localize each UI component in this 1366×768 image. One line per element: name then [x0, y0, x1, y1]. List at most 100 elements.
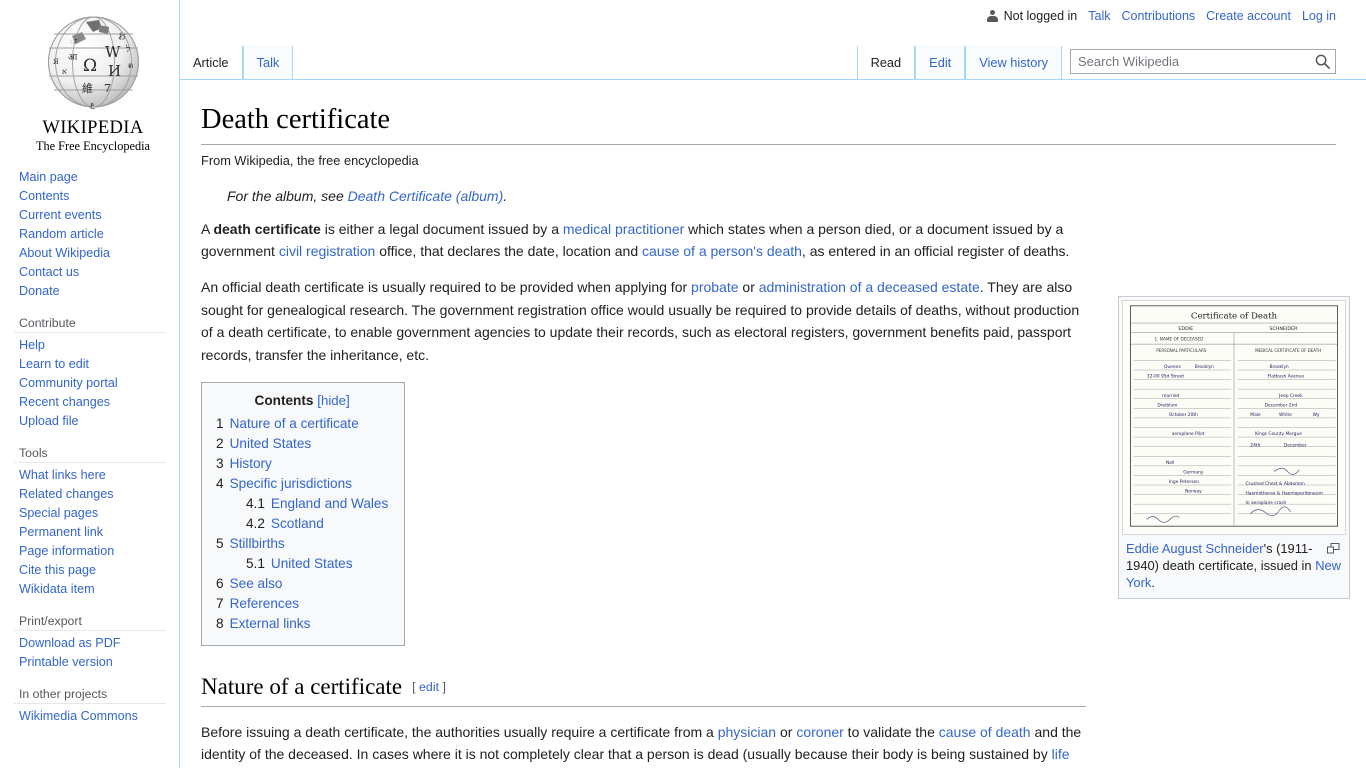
- toc-entry[interactable]: 1 Nature of a certificate: [216, 413, 388, 433]
- sidebar-item-page-information[interactable]: Page information: [19, 544, 114, 558]
- enlarge-icon[interactable]: [1327, 541, 1342, 554]
- sidebar-item-wikimedia-commons[interactable]: Wikimedia Commons: [19, 709, 138, 723]
- sidebar-item-special-pages[interactable]: Special pages: [19, 506, 98, 520]
- sidebar-item[interactable]: Learn to edit: [14, 354, 180, 373]
- toc-entry[interactable]: 4.1 England and Wales: [216, 493, 388, 513]
- wikipedia-logo[interactable]: Ω W И आ 維 7 א ל ा お ع ต Я WIKIPEDIA The …: [14, 0, 164, 154]
- sidebar-item[interactable]: Upload file: [14, 411, 180, 430]
- sidebar-item[interactable]: Wikidata item: [14, 579, 180, 598]
- sidebar-item-current-events[interactable]: Current events: [19, 208, 102, 222]
- sidebar-item-learn-to-edit[interactable]: Learn to edit: [19, 357, 89, 371]
- sidebar-item[interactable]: Current events: [14, 205, 180, 224]
- sidebar-item[interactable]: Related changes: [14, 484, 180, 503]
- toc-link-england-and-wales[interactable]: England and Wales: [271, 496, 388, 511]
- sidebar-item[interactable]: Recent changes: [14, 392, 180, 411]
- sidebar-item[interactable]: Contact us: [14, 262, 180, 281]
- toc-link-nature-of-a-certificate[interactable]: Nature of a certificate: [230, 416, 359, 431]
- caption-link-eddie-august-schneider[interactable]: Eddie August Schneider: [1126, 541, 1264, 556]
- personal-link-talk[interactable]: Talk: [1088, 9, 1110, 23]
- link-cause-of-death[interactable]: cause of death: [939, 724, 1031, 740]
- sidebar-item[interactable]: Printable version: [14, 652, 180, 671]
- toc-entry[interactable]: 8 External links: [216, 613, 388, 633]
- toc-entry[interactable]: 7 References: [216, 593, 388, 613]
- toc-link-see-also[interactable]: See also: [230, 576, 283, 591]
- sidebar-item[interactable]: Download as PDF: [14, 633, 180, 652]
- toc-link-stillbirths[interactable]: Stillbirths: [230, 536, 285, 551]
- thumbnail-image-certificate-of-death[interactable]: Certificate of Death 1. NAME OF DECEASED…: [1122, 300, 1346, 535]
- link-cause-of-a-persons-death[interactable]: cause of a person's death: [642, 243, 802, 259]
- sidebar-item-upload-file[interactable]: Upload file: [19, 414, 79, 428]
- sidebar-item[interactable]: Page information: [14, 541, 180, 560]
- toc-list: 1 Nature of a certificate 2 United States 3 H…: [216, 413, 388, 633]
- sidebar-item-community-portal[interactable]: Community portal: [19, 376, 118, 390]
- personal-link-contributions[interactable]: Contributions: [1122, 9, 1196, 23]
- toc-entry[interactable]: 6 See also: [216, 573, 388, 593]
- toc-link-united-states[interactable]: United States: [271, 556, 353, 571]
- sidebar-item-help[interactable]: Help: [19, 338, 45, 352]
- p1-text-4: office, that declares the date, location…: [375, 243, 643, 260]
- link-civil-registration[interactable]: civil registration: [279, 243, 375, 259]
- search-button[interactable]: [1309, 50, 1335, 73]
- sidebar-item[interactable]: Community portal: [14, 373, 180, 392]
- sidebar-item[interactable]: Main page: [14, 167, 180, 186]
- sidebar-item[interactable]: About Wikipedia: [14, 243, 180, 262]
- link-coroner[interactable]: coroner: [796, 724, 843, 740]
- sidebar-item[interactable]: Contents: [14, 186, 180, 205]
- toc-entry[interactable]: 5 Stillbirths: [216, 533, 388, 553]
- toc-link-references[interactable]: References: [230, 596, 300, 611]
- toc-entry[interactable]: 4.2 Scotland: [216, 513, 388, 533]
- toc-entry[interactable]: 5.1 United States: [216, 553, 388, 573]
- toc-link-scotland[interactable]: Scotland: [271, 516, 324, 531]
- sidebar-section-heading: Contribute: [14, 313, 166, 334]
- edit-link[interactable]: edit: [419, 680, 439, 694]
- link-probate[interactable]: probate: [691, 279, 738, 295]
- edit-open-bracket: [: [412, 680, 416, 695]
- sidebar-item-what-links-here[interactable]: What links here: [19, 468, 106, 482]
- toc-link-specific-jurisdictions[interactable]: Specific jurisdictions: [230, 476, 352, 491]
- personal-link-log-in[interactable]: Log in: [1302, 9, 1336, 23]
- link-medical-practitioner[interactable]: medical practitioner: [563, 221, 684, 237]
- tab-article[interactable]: Article: [180, 46, 243, 79]
- sidebar-item-random-article[interactable]: Random article: [19, 227, 104, 241]
- sidebar-item-about-wikipedia[interactable]: About Wikipedia: [19, 246, 110, 260]
- tab-read[interactable]: Read: [856, 46, 916, 79]
- search-input[interactable]: [1070, 49, 1336, 74]
- svg-text:Crushed Chest & Abdomen: Crushed Chest & Abdomen: [1246, 481, 1306, 487]
- tab-talk[interactable]: Talk: [242, 46, 294, 79]
- svg-text:W: W: [105, 43, 121, 61]
- toc-link-external-links[interactable]: External links: [230, 616, 311, 631]
- tab-view-history[interactable]: View history: [965, 46, 1062, 79]
- personal-link-create-account[interactable]: Create account: [1206, 9, 1291, 23]
- sidebar-item[interactable]: Donate: [14, 281, 180, 300]
- sidebar-item-printable-version[interactable]: Printable version: [19, 655, 113, 669]
- sidebar-item[interactable]: Special pages: [14, 503, 180, 522]
- toc-link-united-states[interactable]: United States: [230, 436, 312, 451]
- sidebar-item-contact-us[interactable]: Contact us: [19, 265, 79, 279]
- toc-entry[interactable]: 2 United States: [216, 433, 388, 453]
- sidebar-item[interactable]: Cite this page: [14, 560, 180, 579]
- sidebar-item-contents[interactable]: Contents: [19, 189, 69, 203]
- sidebar-item[interactable]: Help: [14, 335, 180, 354]
- sidebar-item-download-as-pdf[interactable]: Download as PDF: [19, 636, 121, 650]
- toc-toggle-hide-link[interactable]: hide: [321, 393, 346, 408]
- sidebar-item-cite-this-page[interactable]: Cite this page: [19, 563, 96, 577]
- sidebar-item-wikidata-item[interactable]: Wikidata item: [19, 582, 95, 596]
- user-icon: [986, 9, 999, 23]
- tab-edit[interactable]: Edit: [915, 46, 966, 79]
- link-physician[interactable]: physician: [718, 724, 776, 740]
- sidebar-item[interactable]: Random article: [14, 224, 180, 243]
- s1-text-1: Before issuing a death certificate, the …: [201, 723, 718, 740]
- toc-entry[interactable]: 3 History: [216, 453, 388, 473]
- toc-entry[interactable]: 4 Specific jurisdictions: [216, 473, 388, 493]
- link-administration-of-a-deceased-estate[interactable]: administration of a deceased estate: [759, 279, 980, 295]
- sidebar-item[interactable]: What links here: [14, 465, 180, 484]
- hatnote-link-death-certificate-album[interactable]: Death Certificate (album): [348, 188, 504, 204]
- sidebar-item[interactable]: Wikimedia Commons: [14, 706, 180, 725]
- sidebar-item[interactable]: Permanent link: [14, 522, 180, 541]
- sidebar-item-recent-changes[interactable]: Recent changes: [19, 395, 110, 409]
- sidebar-item-permanent-link[interactable]: Permanent link: [19, 525, 103, 539]
- sidebar-item-main-page[interactable]: Main page: [19, 170, 78, 184]
- toc-link-history[interactable]: History: [230, 456, 272, 471]
- sidebar-item-related-changes[interactable]: Related changes: [19, 487, 114, 501]
- sidebar-item-donate[interactable]: Donate: [19, 284, 60, 298]
